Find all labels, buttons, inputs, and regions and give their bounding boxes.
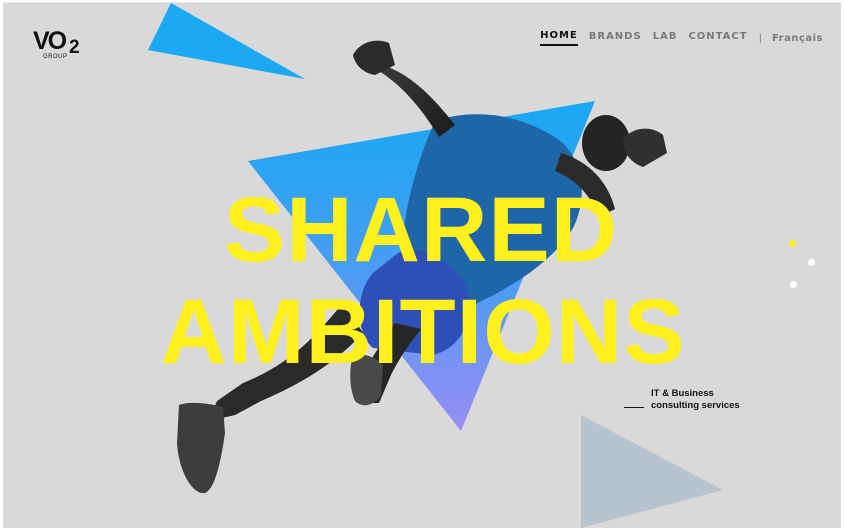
landing-page: SHARED AMBITIONS VO 2 GROUP HOME BRANDS … [3, 2, 841, 528]
tagline-rule [624, 407, 644, 408]
vo2-group-logo[interactable]: VO 2 GROUP [33, 29, 88, 67]
nav-item-brands[interactable]: BRANDS [589, 31, 642, 45]
logo-wordmark: VO [33, 27, 67, 55]
headline-line-1: SHARED [224, 179, 618, 281]
nav-item-home[interactable]: HOME [540, 30, 578, 46]
headline-line-2: AMBITIONS [160, 281, 685, 383]
slide-dot-2[interactable] [808, 259, 815, 266]
headline: SHARED AMBITIONS [160, 179, 685, 383]
nav-separator: | [758, 32, 763, 44]
tagline-line-2: consulting services [651, 400, 740, 411]
logo-superscript: 2 [69, 37, 80, 58]
tagline-line-1: IT & Business [651, 388, 714, 399]
nav-item-contact[interactable]: CONTACT [688, 31, 747, 45]
nav-item-lab[interactable]: LAB [653, 31, 678, 45]
slide-dot-3[interactable] [790, 281, 797, 288]
language-switch[interactable]: Français [772, 33, 823, 44]
main-nav: HOME BRANDS LAB CONTACT | Français [540, 30, 823, 46]
tagline: IT & Business consulting services [624, 388, 740, 412]
slide-dot-1[interactable] [789, 240, 796, 247]
logo-subtitle: GROUP [43, 54, 68, 60]
